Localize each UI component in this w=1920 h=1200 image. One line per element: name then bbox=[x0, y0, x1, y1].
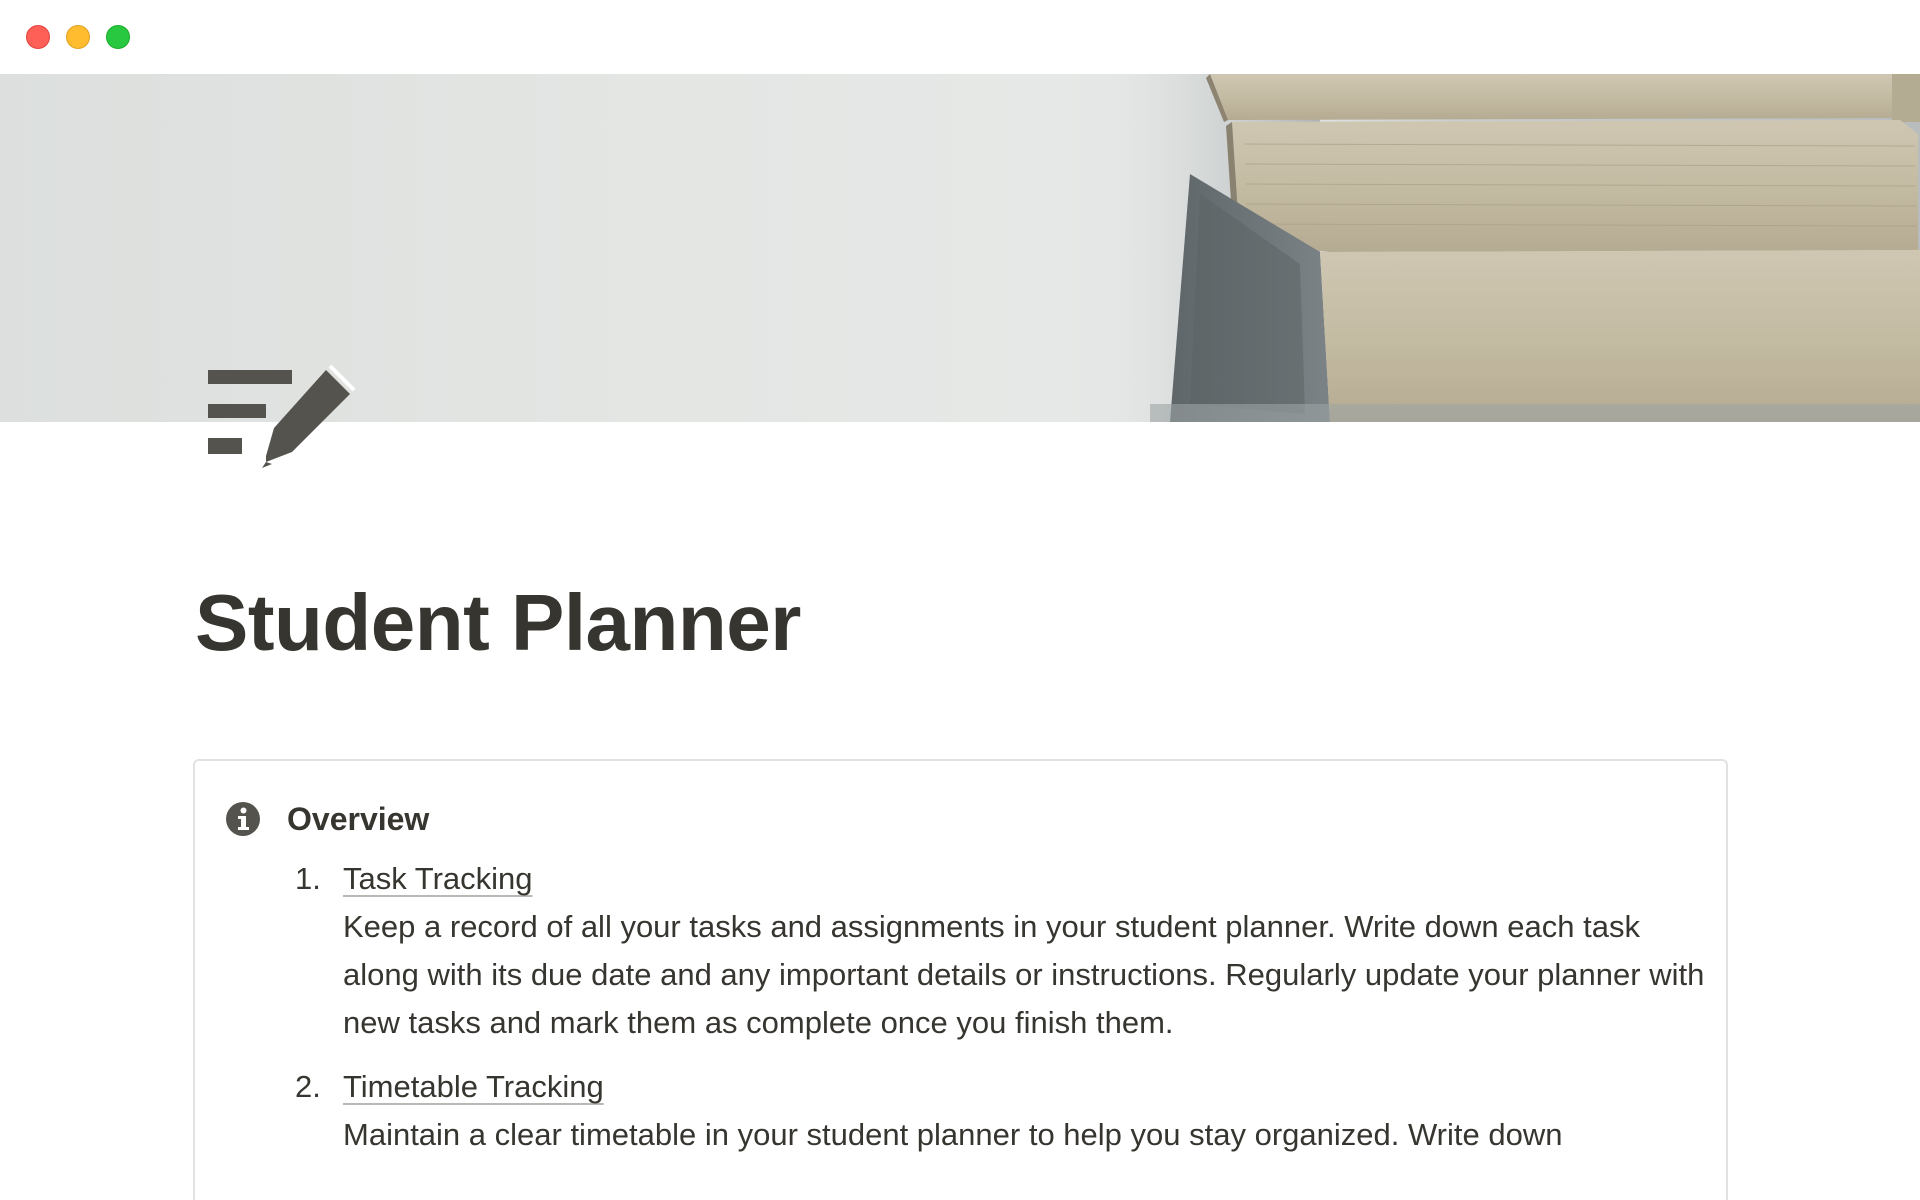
info-icon[interactable] bbox=[225, 801, 261, 837]
task-tracking-link[interactable]: Task Tracking bbox=[343, 855, 533, 903]
close-window-button[interactable] bbox=[26, 25, 50, 49]
list-item-description: Keep a record of all your tasks and assi… bbox=[343, 909, 1705, 1040]
list-item-description: Maintain a clear timetable in your stude… bbox=[343, 1117, 1563, 1152]
notes-pencil-icon[interactable] bbox=[204, 364, 360, 476]
list-item: 2. Timetable Tracking Maintain a clear t… bbox=[295, 1063, 1695, 1159]
minimize-window-button[interactable] bbox=[66, 25, 90, 49]
zoom-window-button[interactable] bbox=[106, 25, 130, 49]
list-item: 1. Task Tracking Keep a record of all yo… bbox=[295, 855, 1704, 1047]
overview-callout: Overview 1. Task Tracking Keep a record … bbox=[193, 759, 1728, 1200]
title-bar bbox=[0, 0, 1920, 74]
app-window: Student Planner Overview 1. Task Trackin… bbox=[0, 0, 1920, 1200]
timetable-tracking-link[interactable]: Timetable Tracking bbox=[343, 1063, 604, 1111]
list-item-number: 1. bbox=[295, 861, 321, 896]
list-item-number: 2. bbox=[295, 1069, 321, 1104]
callout-heading: Overview bbox=[287, 801, 430, 837]
overview-list: 1. Task Tracking Keep a record of all yo… bbox=[295, 855, 1704, 1175]
page-title[interactable]: Student Planner bbox=[195, 578, 801, 668]
